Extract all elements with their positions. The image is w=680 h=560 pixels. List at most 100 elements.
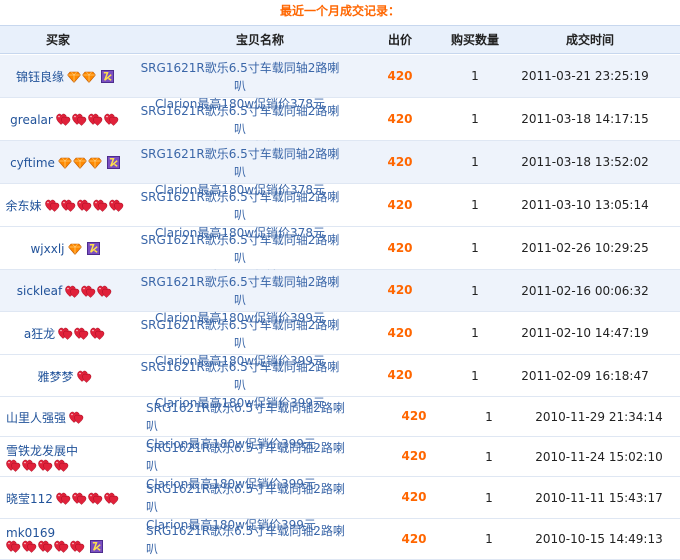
buyer-cell: 余东妹 [0, 184, 130, 227]
item-title-line1: SRG1621R歌乐6.5寸车载同轴2路喇叭 [140, 360, 340, 392]
item-title-line1: SRG1621R歌乐6.5寸车载同轴2路喇叭 [140, 275, 340, 307]
buyer-cell: wjxxlj [0, 227, 130, 270]
item-title-line1: SRG1621R歌乐6.5寸车载同轴2路喇叭 [140, 189, 340, 222]
item-title-line1: SRG1621R歌乐6.5寸车载同轴2路喇叭 [146, 441, 345, 473]
buyer-cell: 山里人强强 [6, 397, 136, 437]
consumer-protection-badge-icon[interactable] [86, 242, 100, 255]
heart-icon [60, 199, 75, 212]
heart-icon [104, 113, 119, 126]
heart-icon [38, 540, 53, 553]
price-value: 420 [387, 240, 413, 255]
buyer-cell: grealar [0, 98, 130, 141]
buyer-name-link[interactable]: cyftime [10, 156, 55, 170]
price-value: 420 [387, 368, 413, 382]
heart-icon [76, 370, 91, 383]
quantity-value: 1 [471, 326, 479, 340]
col-time: 成交时间 [565, 33, 614, 47]
quantity-value: 1 [471, 241, 479, 255]
buyer-name-link[interactable]: a狂龙 [24, 325, 55, 342]
credit-rank[interactable] [67, 71, 97, 83]
credit-rank[interactable] [6, 459, 70, 472]
deal-time: 2011-02-16 00:06:32 [521, 283, 649, 298]
heart-icon [54, 459, 69, 472]
buyer-name-link[interactable]: wjxxlj [30, 242, 64, 256]
credit-rank[interactable] [6, 540, 86, 553]
quantity-value: 1 [471, 112, 479, 126]
table-row: wjxxljSRG1621R歌乐6.5寸车载同轴2路喇叭Clarion最高180… [0, 227, 680, 283]
credit-rank[interactable] [58, 327, 106, 340]
table-row: cyftime SRG1621R歌乐6.5寸车载同轴2路喇叭 Clarion最高18… [0, 141, 680, 197]
diamond-icon [58, 157, 72, 169]
buyer-cell: 雅梦梦 [0, 355, 130, 397]
deal-time: 2011-02-26 10:29:25 [521, 241, 649, 255]
buyer-name-link[interactable]: mk0169 [6, 526, 55, 540]
item-title-line1: SRG1621R歌乐6.5寸车载同轴2路喇叭 [140, 146, 340, 179]
page-title: 最近一个月成交记录： [279, 4, 400, 18]
heart-icon [88, 492, 103, 505]
deal-time: 2011-03-18 14:17:15 [521, 112, 649, 126]
consumer-protection-badge-icon[interactable] [106, 156, 120, 169]
credit-rank[interactable] [56, 492, 120, 505]
buyer-name-link[interactable]: 山里人强强 [6, 409, 66, 426]
item-title-line1: SRG1621R歌乐6.5寸车载同轴2路喇叭 [146, 482, 345, 514]
heart-icon [69, 411, 84, 424]
heart-icon [104, 492, 119, 505]
table-row: 山里人强强 SRG1621R歌乐6.5寸车载同轴2路喇叭 Clarion最高180w… [0, 397, 680, 451]
heart-icon [97, 285, 112, 298]
buyer-name-link[interactable]: 晓莹112 [6, 490, 53, 507]
price-value: 420 [401, 531, 427, 546]
table-row: a狂龙 SRG1621R歌乐6.5寸车载同轴2路喇叭 Clarion最高180w促销… [0, 312, 680, 368]
col-price: 出价 [387, 33, 412, 47]
table-row: mk0169 SRG1621R歌乐6.5寸车载同轴2路喇叭Clarion最高180… [0, 519, 680, 560]
buyer-name-link[interactable]: grealar [10, 113, 53, 127]
quantity-value: 1 [485, 449, 493, 464]
consumer-protection-badge-icon[interactable] [90, 540, 103, 553]
deal-time: 2010-11-11 15:43:17 [535, 490, 663, 505]
buyer-name-link[interactable]: 锦钰良缘 [16, 68, 64, 85]
price-value: 420 [401, 490, 427, 504]
buyer-name-link[interactable]: 雪铁龙发展中 [6, 442, 78, 459]
price-value: 420 [387, 154, 413, 169]
diamond-icon [73, 157, 87, 169]
diamond-icon [67, 243, 82, 255]
heart-icon [58, 327, 73, 340]
credit-rank[interactable] [69, 411, 85, 424]
item-title-line1: SRG1621R歌乐6.5寸车载同轴2路喇叭 [140, 317, 340, 350]
quantity-value: 1 [485, 532, 493, 546]
credit-rank[interactable] [76, 370, 93, 383]
credit-rank[interactable] [44, 199, 125, 212]
quantity-value: 1 [471, 155, 479, 169]
col-buyer: 买家 [45, 33, 70, 47]
buyer-cell: 晓莹112 [6, 477, 136, 519]
item-title-line1: SRG1621R歌乐6.5寸车载同轴2路喇叭 [140, 232, 340, 265]
buyer-cell: cyftime [0, 141, 130, 184]
credit-rank[interactable] [65, 285, 113, 298]
buyer-name-link[interactable]: 余东妹 [5, 197, 41, 214]
credit-rank[interactable] [58, 157, 103, 169]
consumer-protection-badge-icon[interactable] [101, 70, 114, 83]
buyer-name-link[interactable]: 雅梦梦 [37, 368, 73, 385]
credit-rank[interactable] [67, 243, 83, 255]
item-title-line1: SRG1621R歌乐6.5寸车载同轴2路喇叭 [140, 103, 340, 136]
item-name-link[interactable]: SRG1621R歌乐6.5寸车载同轴2路喇叭Clarion最高180w促销价39… [146, 522, 346, 560]
quantity-value: 1 [471, 283, 479, 298]
heart-icon [81, 285, 96, 298]
table-row: grealarSRG1621R歌乐6.5寸车载同轴2路喇叭Clarion最高18… [0, 98, 680, 154]
heart-icon [54, 540, 69, 553]
table-row: 余东妹 SRG1621R歌乐6.5寸车载同轴2路喇叭 Clarion最高180w促销… [0, 184, 680, 240]
heart-icon [72, 492, 87, 505]
price-value: 420 [401, 449, 427, 463]
table-row: 雪铁龙发展中 SRG1621R歌乐6.5寸车载同轴2路喇叭 Clarion最高180… [0, 437, 680, 491]
buyer-cell: mk0169 [6, 519, 136, 560]
price-value: 420 [387, 111, 413, 126]
credit-rank[interactable] [56, 113, 120, 126]
item-title-line1: SRG1621R歌乐6.5寸车载同轴2路喇叭 [140, 60, 340, 93]
deal-time: 2011-02-10 14:47:19 [521, 326, 649, 340]
item-title-line1: SRG1621R歌乐6.5寸车载同轴2路喇叭 [146, 523, 345, 556]
buyer-name-link[interactable]: sickleaf [17, 284, 62, 298]
heart-icon [90, 327, 105, 340]
deal-time: 2010-10-15 14:49:13 [535, 532, 663, 546]
diamond-icon [67, 71, 81, 83]
deal-time: 2010-11-24 15:02:10 [535, 449, 663, 464]
heart-icon [56, 113, 71, 126]
